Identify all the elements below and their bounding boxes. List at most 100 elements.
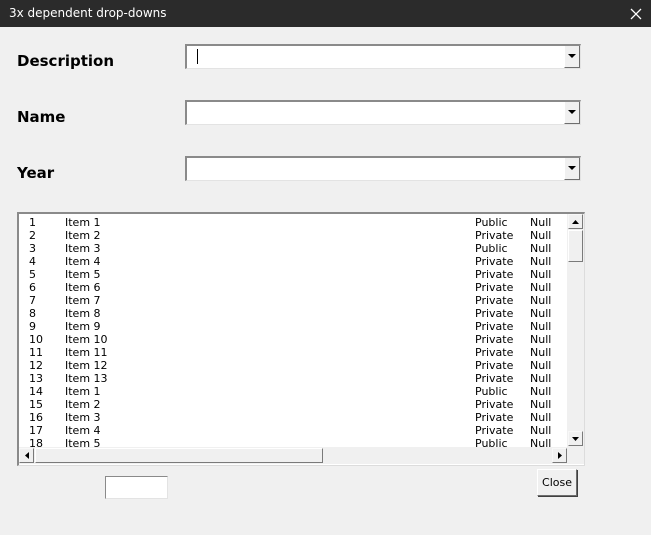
row-visibility: Public (475, 385, 508, 398)
name-combobox[interactable] (185, 100, 581, 125)
row-visibility: Private (475, 411, 514, 424)
row-value: Null (530, 268, 552, 281)
window-title: 3x dependent drop-downs (9, 6, 167, 20)
row-number: 9 (29, 320, 36, 333)
list-item[interactable]: 6 Item 6 Private Null (19, 281, 567, 294)
list-item[interactable]: 10 Item 10 Private Null (19, 333, 567, 346)
description-dropdown-button[interactable] (564, 46, 580, 68)
vertical-scroll-thumb[interactable] (568, 230, 583, 262)
list-rows: 1 Item 1 Public Null 2 Item 2 Private Null 3 Item… (19, 216, 567, 450)
row-number: 6 (29, 281, 36, 294)
row-item: Item 11 (65, 346, 108, 359)
row-item: Item 2 (65, 229, 101, 242)
list-item[interactable]: 13 Item 13 Private Null (19, 372, 567, 385)
row-value: Null (530, 255, 552, 268)
row-value: Null (530, 359, 552, 372)
row-value: Null (530, 372, 552, 385)
year-dropdown-button[interactable] (564, 158, 580, 180)
row-item: Item 1 (65, 216, 101, 229)
row-number: 8 (29, 307, 36, 320)
description-combobox[interactable] (185, 44, 581, 69)
arrow-down-icon (572, 436, 579, 441)
row-visibility: Private (475, 359, 514, 372)
row-item: Item 2 (65, 398, 101, 411)
row-value: Null (530, 281, 552, 294)
vertical-scrollbar[interactable] (567, 214, 584, 447)
close-button[interactable]: Close (537, 469, 577, 496)
row-number: 5 (29, 268, 36, 281)
row-value: Null (530, 411, 552, 424)
list-item[interactable]: 8 Item 8 Private Null (19, 307, 567, 320)
row-value: Null (530, 307, 552, 320)
list-item[interactable]: 2 Item 2 Private Null (19, 229, 567, 242)
list-item[interactable]: 3 Item 3 Public Null (19, 242, 567, 255)
year-label: Year (17, 164, 55, 182)
row-visibility: Private (475, 398, 514, 411)
row-item: Item 6 (65, 281, 101, 294)
row-visibility: Private (475, 307, 514, 320)
year-combobox[interactable] (185, 156, 581, 181)
row-value: Null (530, 424, 552, 437)
list-item[interactable]: 9 Item 9 Private Null (19, 320, 567, 333)
name-label: Name (17, 108, 66, 126)
row-item: Item 4 (65, 424, 101, 437)
row-number: 3 (29, 242, 36, 255)
row-visibility: Private (475, 320, 514, 333)
arrow-right-icon (557, 452, 562, 459)
row-number: 13 (29, 372, 43, 385)
row-number: 15 (29, 398, 43, 411)
name-dropdown-button[interactable] (564, 102, 580, 124)
row-item: Item 5 (65, 268, 101, 281)
row-visibility: Private (475, 333, 514, 346)
row-visibility: Private (475, 346, 514, 359)
scroll-up-button[interactable] (568, 214, 583, 229)
row-number: 4 (29, 255, 36, 268)
items-listbox[interactable]: 1 Item 1 Public Null 2 Item 2 Private Null 3 Item… (17, 212, 585, 466)
row-number: 12 (29, 359, 43, 372)
list-item[interactable]: 16 Item 3 Private Null (19, 411, 567, 424)
row-item: Item 3 (65, 411, 101, 424)
list-item[interactable]: 5 Item 5 Private Null (19, 268, 567, 281)
list-item[interactable]: 1 Item 1 Public Null (19, 216, 567, 229)
close-icon (630, 8, 642, 19)
scrollbar-corner (567, 447, 584, 464)
row-item: Item 4 (65, 255, 101, 268)
horizontal-scroll-thumb[interactable] (35, 448, 323, 463)
list-item[interactable]: 14 Item 1 Public Null (19, 385, 567, 398)
row-number: 16 (29, 411, 43, 424)
row-value: Null (530, 398, 552, 411)
arrow-up-icon (572, 219, 579, 224)
list-item[interactable]: 17 Item 4 Private Null (19, 424, 567, 437)
row-visibility: Public (475, 242, 508, 255)
list-item[interactable]: 7 Item 7 Private Null (19, 294, 567, 307)
row-value: Null (530, 333, 552, 346)
row-item: Item 9 (65, 320, 101, 333)
row-value: Null (530, 346, 552, 359)
row-visibility: Private (475, 255, 514, 268)
row-visibility: Private (475, 281, 514, 294)
list-item[interactable]: 15 Item 2 Private Null (19, 398, 567, 411)
small-text-field[interactable] (105, 476, 168, 499)
window-close-button[interactable] (621, 0, 651, 27)
row-number: 1 (29, 216, 36, 229)
list-item[interactable]: 4 Item 4 Private Null (19, 255, 567, 268)
text-caret (197, 49, 198, 64)
scroll-down-button[interactable] (568, 431, 583, 446)
row-number: 14 (29, 385, 43, 398)
row-visibility: Private (475, 294, 514, 307)
row-value: Null (530, 385, 552, 398)
row-number: 17 (29, 424, 43, 437)
row-visibility: Private (475, 424, 514, 437)
row-item: Item 1 (65, 385, 101, 398)
horizontal-scrollbar[interactable] (19, 447, 567, 464)
title-bar: 3x dependent drop-downs (0, 0, 651, 27)
row-value: Null (530, 229, 552, 242)
row-visibility: Private (475, 372, 514, 385)
row-value: Null (530, 294, 552, 307)
scroll-right-button[interactable] (552, 448, 567, 463)
row-item: Item 13 (65, 372, 108, 385)
list-item[interactable]: 12 Item 12 Private Null (19, 359, 567, 372)
list-item[interactable]: 11 Item 11 Private Null (19, 346, 567, 359)
scroll-left-button[interactable] (19, 448, 34, 463)
row-visibility: Public (475, 216, 508, 229)
